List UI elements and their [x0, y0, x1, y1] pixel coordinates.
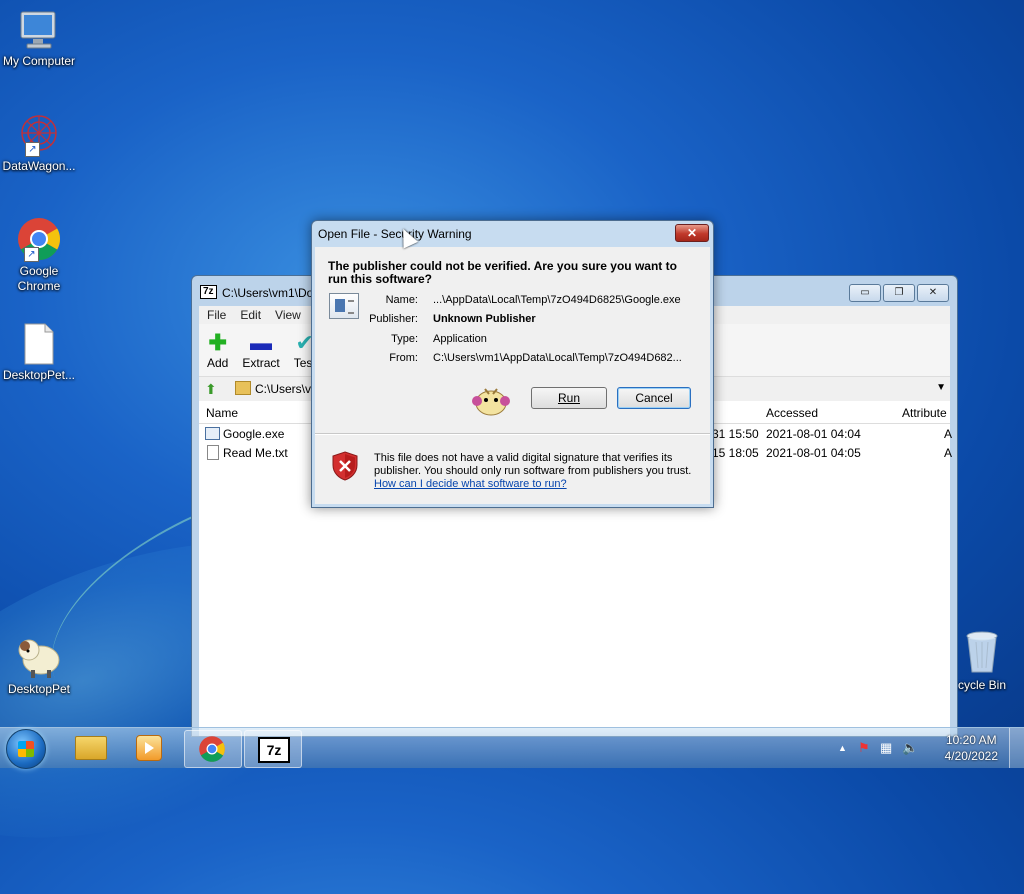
exe-file-icon [205, 427, 220, 440]
dialog-titlebar[interactable]: Open File - Security Warning ✕ [312, 221, 713, 247]
taskbar-chrome-button[interactable] [184, 730, 242, 768]
add-button[interactable]: ✚ Add [207, 332, 228, 376]
warning-text: This file does not have a valid digital … [374, 452, 692, 477]
up-folder-icon[interactable]: ⬆ [205, 381, 217, 398]
desktop-icon-label: Google Chrome [17, 264, 61, 293]
file-attr: A [944, 446, 953, 460]
action-center-icon[interactable]: ⚑ [858, 740, 870, 756]
file-attr: A [944, 427, 953, 441]
desktop-icon-label: cycle Bin [957, 678, 1007, 692]
taskbar-7zip-button[interactable]: 7z [244, 730, 302, 768]
desktop-icon-datawagon[interactable]: ↗ DataWagon... [0, 113, 81, 174]
column-attributes[interactable]: Attribute [902, 406, 947, 420]
desktop-icon-desktoppet[interactable]: DesktopPet [0, 632, 81, 697]
datawagon-icon: ↗ [17, 113, 61, 157]
shortcut-arrow-icon: ↗ [25, 142, 40, 157]
shortcut-arrow-icon: ↗ [24, 247, 39, 262]
dialog-divider [315, 433, 710, 435]
menu-file[interactable]: File [207, 306, 226, 324]
field-label: Name: [385, 294, 418, 306]
cancel-button[interactable]: Cancel [617, 387, 691, 409]
text-file-icon [19, 322, 59, 366]
7zip-icon: 7z [258, 737, 290, 763]
plus-icon: ✚ [208, 330, 227, 355]
system-tray: ▲ ⚑ ▦ 🔈 10:20 AM 4/20/2022 [834, 728, 1024, 768]
field-value: Application [433, 333, 487, 345]
desktop-icon-label: My Computer [2, 54, 76, 68]
minus-icon: ▬ [250, 330, 273, 355]
dialog-heading: The publisher could not be verified. Are… [328, 259, 677, 286]
run-button[interactable]: Run [531, 387, 607, 409]
shield-warning-icon [332, 451, 358, 481]
volume-icon[interactable]: 🔈 [902, 740, 918, 756]
dialog-close-button[interactable]: ✕ [675, 224, 709, 242]
chrome-icon: ↗ [16, 216, 62, 262]
desktop-icon-google-chrome[interactable]: ↗ Google Chrome [0, 216, 81, 294]
taskbar-media-player-button[interactable] [120, 730, 176, 766]
dialog-body: The publisher could not be verified. Are… [315, 247, 710, 504]
file-name: Read Me.txt [223, 446, 288, 460]
taskbar-explorer-button[interactable] [62, 730, 118, 766]
file-name: Google.exe [223, 427, 285, 441]
extract-label: Extract [242, 356, 280, 370]
field-value: Unknown Publisher [433, 313, 536, 325]
clock[interactable]: 10:20 AM 4/20/2022 [945, 732, 998, 764]
file-accessed: 2021-08-01 04:05 [766, 446, 861, 460]
menu-view[interactable]: View [275, 306, 301, 324]
text-file-icon [207, 445, 219, 460]
dialog-title: Open File - Security Warning [318, 227, 472, 241]
clock-time: 10:20 AM [945, 733, 997, 747]
menu-edit[interactable]: Edit [240, 306, 261, 324]
restore-button[interactable]: ❐ [883, 284, 915, 302]
start-button[interactable] [6, 729, 46, 769]
file-modified: 31 15:50 [712, 427, 759, 441]
recycle-bin-icon [962, 630, 1002, 676]
chevron-down-icon[interactable]: ▼ [936, 382, 946, 393]
desktop-icon-label: DesktopPet... [2, 368, 76, 382]
extract-button[interactable]: ▬ Extract [242, 332, 279, 376]
chrome-icon [198, 735, 226, 763]
help-link[interactable]: How can I decide what software to run? [374, 478, 567, 490]
file-accessed: 2021-08-01 04:04 [766, 427, 861, 441]
computer-icon [17, 8, 61, 52]
column-name[interactable]: Name [206, 406, 238, 420]
desktop-icon-desktoppet-file[interactable]: DesktopPet... [0, 322, 81, 383]
field-label: From: [389, 352, 418, 364]
desktop-pet-sprite-icon[interactable] [471, 385, 511, 417]
desktop-icon-my-computer[interactable]: My Computer [0, 8, 81, 69]
media-player-icon [136, 735, 162, 761]
file-modified: 15 18:05 [712, 446, 759, 460]
explorer-icon [75, 736, 107, 760]
column-accessed[interactable]: Accessed [766, 406, 818, 420]
close-button[interactable]: ✕ [917, 284, 949, 302]
address-path[interactable]: C:\Users\vi [255, 382, 314, 396]
taskbar: 7z ▲ ⚑ ▦ 🔈 10:20 AM 4/20/2022 [0, 727, 1024, 769]
field-value: ...\AppData\Local\Temp\7zO494D6825\Googl… [433, 294, 681, 306]
clock-date: 4/20/2022 [944, 749, 998, 763]
minimize-button[interactable]: ▭ [849, 284, 881, 302]
chevron-up-icon[interactable]: ▲ [838, 743, 847, 753]
cancel-button-label: Cancel [635, 391, 673, 405]
folder-icon [235, 381, 251, 395]
desktop-icon-label: DataWagon... [2, 159, 76, 173]
add-label: Add [207, 356, 229, 370]
show-desktop-button[interactable] [1009, 728, 1024, 768]
desktop-icon-label: DesktopPet [7, 682, 71, 696]
network-icon[interactable]: ▦ [880, 740, 892, 756]
run-button-label: Run [557, 391, 580, 405]
field-value: C:\Users\vm1\AppData\Local\Temp\7zO494D6… [433, 352, 682, 364]
field-label: Publisher: [369, 313, 418, 325]
play-icon [145, 742, 154, 754]
field-label: Type: [391, 333, 418, 345]
7zip-logo-icon: 7z [200, 285, 217, 299]
security-warning-dialog[interactable]: Open File - Security Warning ✕ The publi… [311, 220, 714, 508]
sheep-icon [15, 632, 63, 680]
7zip-window-title: C:\Users\vm1\Do [222, 286, 314, 300]
